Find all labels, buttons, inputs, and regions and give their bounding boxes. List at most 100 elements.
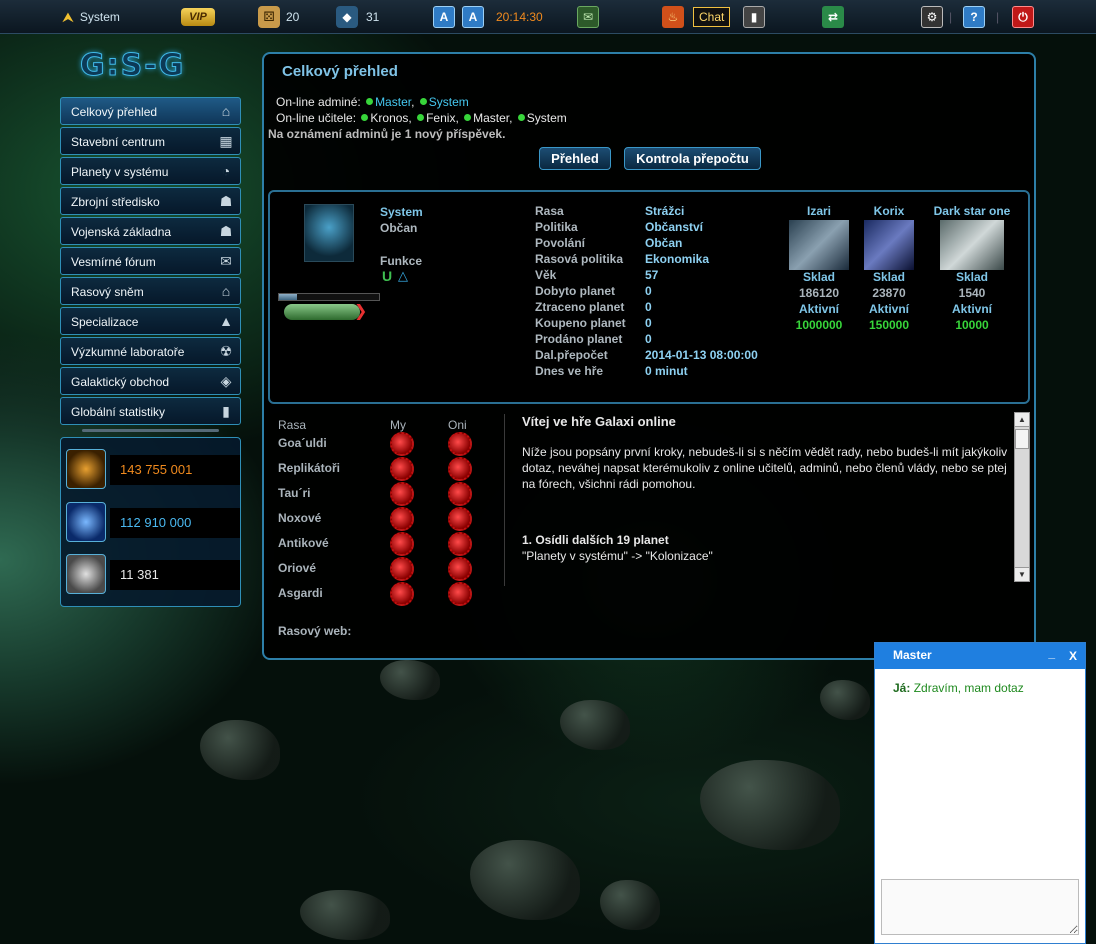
recalc-check-button[interactable]: Kontrola přepočtu xyxy=(624,147,761,170)
race-name[interactable]: Noxové xyxy=(278,511,321,525)
relation-oni-gear-icon xyxy=(448,557,472,581)
radiation-icon: ☢ xyxy=(219,342,233,359)
rank-arrow-icon: ❯ xyxy=(354,303,368,320)
sidebar-item[interactable]: Výzkumné laboratoře ☢ xyxy=(60,337,241,365)
stats-icon[interactable]: ▮ xyxy=(743,6,765,28)
resource-row: 11 381 xyxy=(66,554,240,594)
relation-my-gear-icon xyxy=(390,482,414,506)
scroll-up-icon[interactable]: ▲ xyxy=(1015,413,1029,427)
minimize-button[interactable]: _ xyxy=(1048,646,1055,660)
base-icon: ☗ xyxy=(219,222,233,239)
profile-box: System Občan Funkce U △ ❯ Rasa Strážci Pol… xyxy=(268,190,1030,404)
function-u-icon: U xyxy=(382,268,393,284)
stat-value: Občan xyxy=(645,236,683,250)
aktivni-value: 10000 xyxy=(955,318,989,332)
rank-badge-icon xyxy=(284,304,360,320)
sidebar-item[interactable]: Rasový sněm ⌂ xyxy=(60,277,241,305)
asteroid xyxy=(380,660,440,700)
stat-value: Občanství xyxy=(645,220,704,234)
teacher-link[interactable]: Fenix xyxy=(426,111,455,125)
logout-power-icon[interactable]: ⏻ xyxy=(1012,6,1034,28)
sidebar-item[interactable]: Specializace ▲ xyxy=(60,307,241,335)
ship-name: Dark star one xyxy=(933,204,1011,218)
sidebar-item[interactable]: Stavební centrum ▦ xyxy=(60,127,241,155)
scrollbar[interactable]: ▲ ▼ xyxy=(1014,412,1030,582)
sidebar-item[interactable]: Galaktický obchod ◈ xyxy=(60,367,241,395)
avatar[interactable] xyxy=(304,204,354,262)
page-title: Celkový přehled xyxy=(282,63,398,80)
stat-value: 0 minut xyxy=(645,364,688,378)
online-dot-icon xyxy=(361,114,369,121)
ship-image[interactable] xyxy=(940,220,1004,270)
asteroid xyxy=(300,890,390,940)
relation-my-gear-icon xyxy=(390,582,414,606)
relation-oni-gear-icon xyxy=(448,457,472,481)
teacher-link[interactable]: Master xyxy=(473,111,509,125)
race-name[interactable]: Goa´uldi xyxy=(278,436,327,450)
stats-icon: ▮ xyxy=(222,402,230,419)
asteroid xyxy=(470,840,580,920)
scroll-down-icon[interactable]: ▼ xyxy=(1015,567,1029,581)
resource-value: 112 910 000 xyxy=(110,508,240,538)
welcome-title: Vítej ve hře Galaxi online xyxy=(522,414,676,429)
sidebar-item[interactable]: Vesmírné fórum ✉ xyxy=(60,247,241,275)
stat-label: Rasová politika xyxy=(535,252,624,266)
chat-button[interactable]: Chat xyxy=(693,7,731,27)
race-name[interactable]: Oriové xyxy=(278,561,316,575)
teacher-link[interactable]: System xyxy=(527,111,567,125)
relation-oni-gear-icon xyxy=(448,482,472,506)
sidebar-item-label: Vojenská základna xyxy=(71,225,172,239)
overview-button[interactable]: Přehled xyxy=(539,147,611,170)
profile-name[interactable]: System xyxy=(380,205,423,219)
scroll-thumb[interactable] xyxy=(1015,429,1029,449)
teacher-link[interactable]: Kronos xyxy=(370,111,408,125)
save-b-icon[interactable]: A xyxy=(462,6,484,28)
race-name[interactable]: Tau´ri xyxy=(278,486,310,500)
admin-link[interactable]: Master xyxy=(375,95,411,109)
fire-icon[interactable]: ♨ xyxy=(662,6,684,28)
resource-value: 11 381 xyxy=(110,560,240,590)
sklad-label: Sklad xyxy=(802,270,835,284)
race-name[interactable]: Antikové xyxy=(278,536,329,550)
game-logo[interactable]: G:S-G xyxy=(80,48,230,84)
chat-author: Já: xyxy=(893,681,911,695)
admin-notice[interactable]: Na oznámení adminů je 1 nový příspěvek. xyxy=(268,127,505,141)
sidebar-item[interactable]: Vojenská základna ☗ xyxy=(60,217,241,245)
sidebar-item[interactable]: Zbrojní středisko ☗ xyxy=(60,187,241,215)
stat-label: Ztraceno planet xyxy=(535,300,625,314)
user-menu[interactable]: ⮝ System xyxy=(62,0,120,34)
vip-button[interactable]: VIP xyxy=(181,8,215,26)
step-text: "Planety v systému" -> "Kolonizace" xyxy=(522,549,713,563)
chat-input[interactable] xyxy=(881,879,1079,935)
transfer-icon[interactable]: ⇄ xyxy=(822,6,844,28)
asteroid xyxy=(820,680,870,720)
sidebar-item-label: Celkový přehled xyxy=(71,105,158,119)
admin-link[interactable]: System xyxy=(429,95,469,109)
asteroid xyxy=(700,760,840,850)
sidebar-item[interactable]: Celkový přehled ⌂ xyxy=(60,97,241,125)
divider: | xyxy=(996,10,1000,24)
home-icon: ⌂ xyxy=(221,103,231,119)
sidebar-item[interactable]: Globální statistiky ▮ xyxy=(60,397,241,425)
sidebar-item-label: Vesmírné fórum xyxy=(71,255,156,269)
help-icon[interactable]: ? xyxy=(963,6,985,28)
close-button[interactable]: X xyxy=(1069,649,1077,663)
sidebar-item-label: Rasový sněm xyxy=(71,285,144,299)
ship-image[interactable] xyxy=(789,220,849,270)
experience-bar-fill xyxy=(279,294,297,300)
chat-header[interactable]: Master _ X xyxy=(875,643,1085,669)
race-name[interactable]: Asgardi xyxy=(278,586,323,600)
mail-icon[interactable]: ✉ xyxy=(577,6,599,28)
save-a-icon[interactable]: A xyxy=(433,6,455,28)
profile-role: Občan xyxy=(380,221,418,235)
settings-icon[interactable]: ⚙ xyxy=(921,6,943,28)
ship-image[interactable] xyxy=(864,220,914,270)
fleet-icon[interactable]: ◆ xyxy=(336,6,358,28)
sidebar-item[interactable]: Planety v systému ◔ xyxy=(60,157,241,185)
dice-icon[interactable]: ⚄ xyxy=(258,6,280,28)
forum-icon: ✉ xyxy=(220,252,232,269)
sidebar-item-label: Galaktický obchod xyxy=(71,375,170,389)
relation-oni-gear-icon xyxy=(448,582,472,606)
race-name[interactable]: Replikátoři xyxy=(278,461,340,475)
races-header-oni: Oni xyxy=(448,418,467,432)
